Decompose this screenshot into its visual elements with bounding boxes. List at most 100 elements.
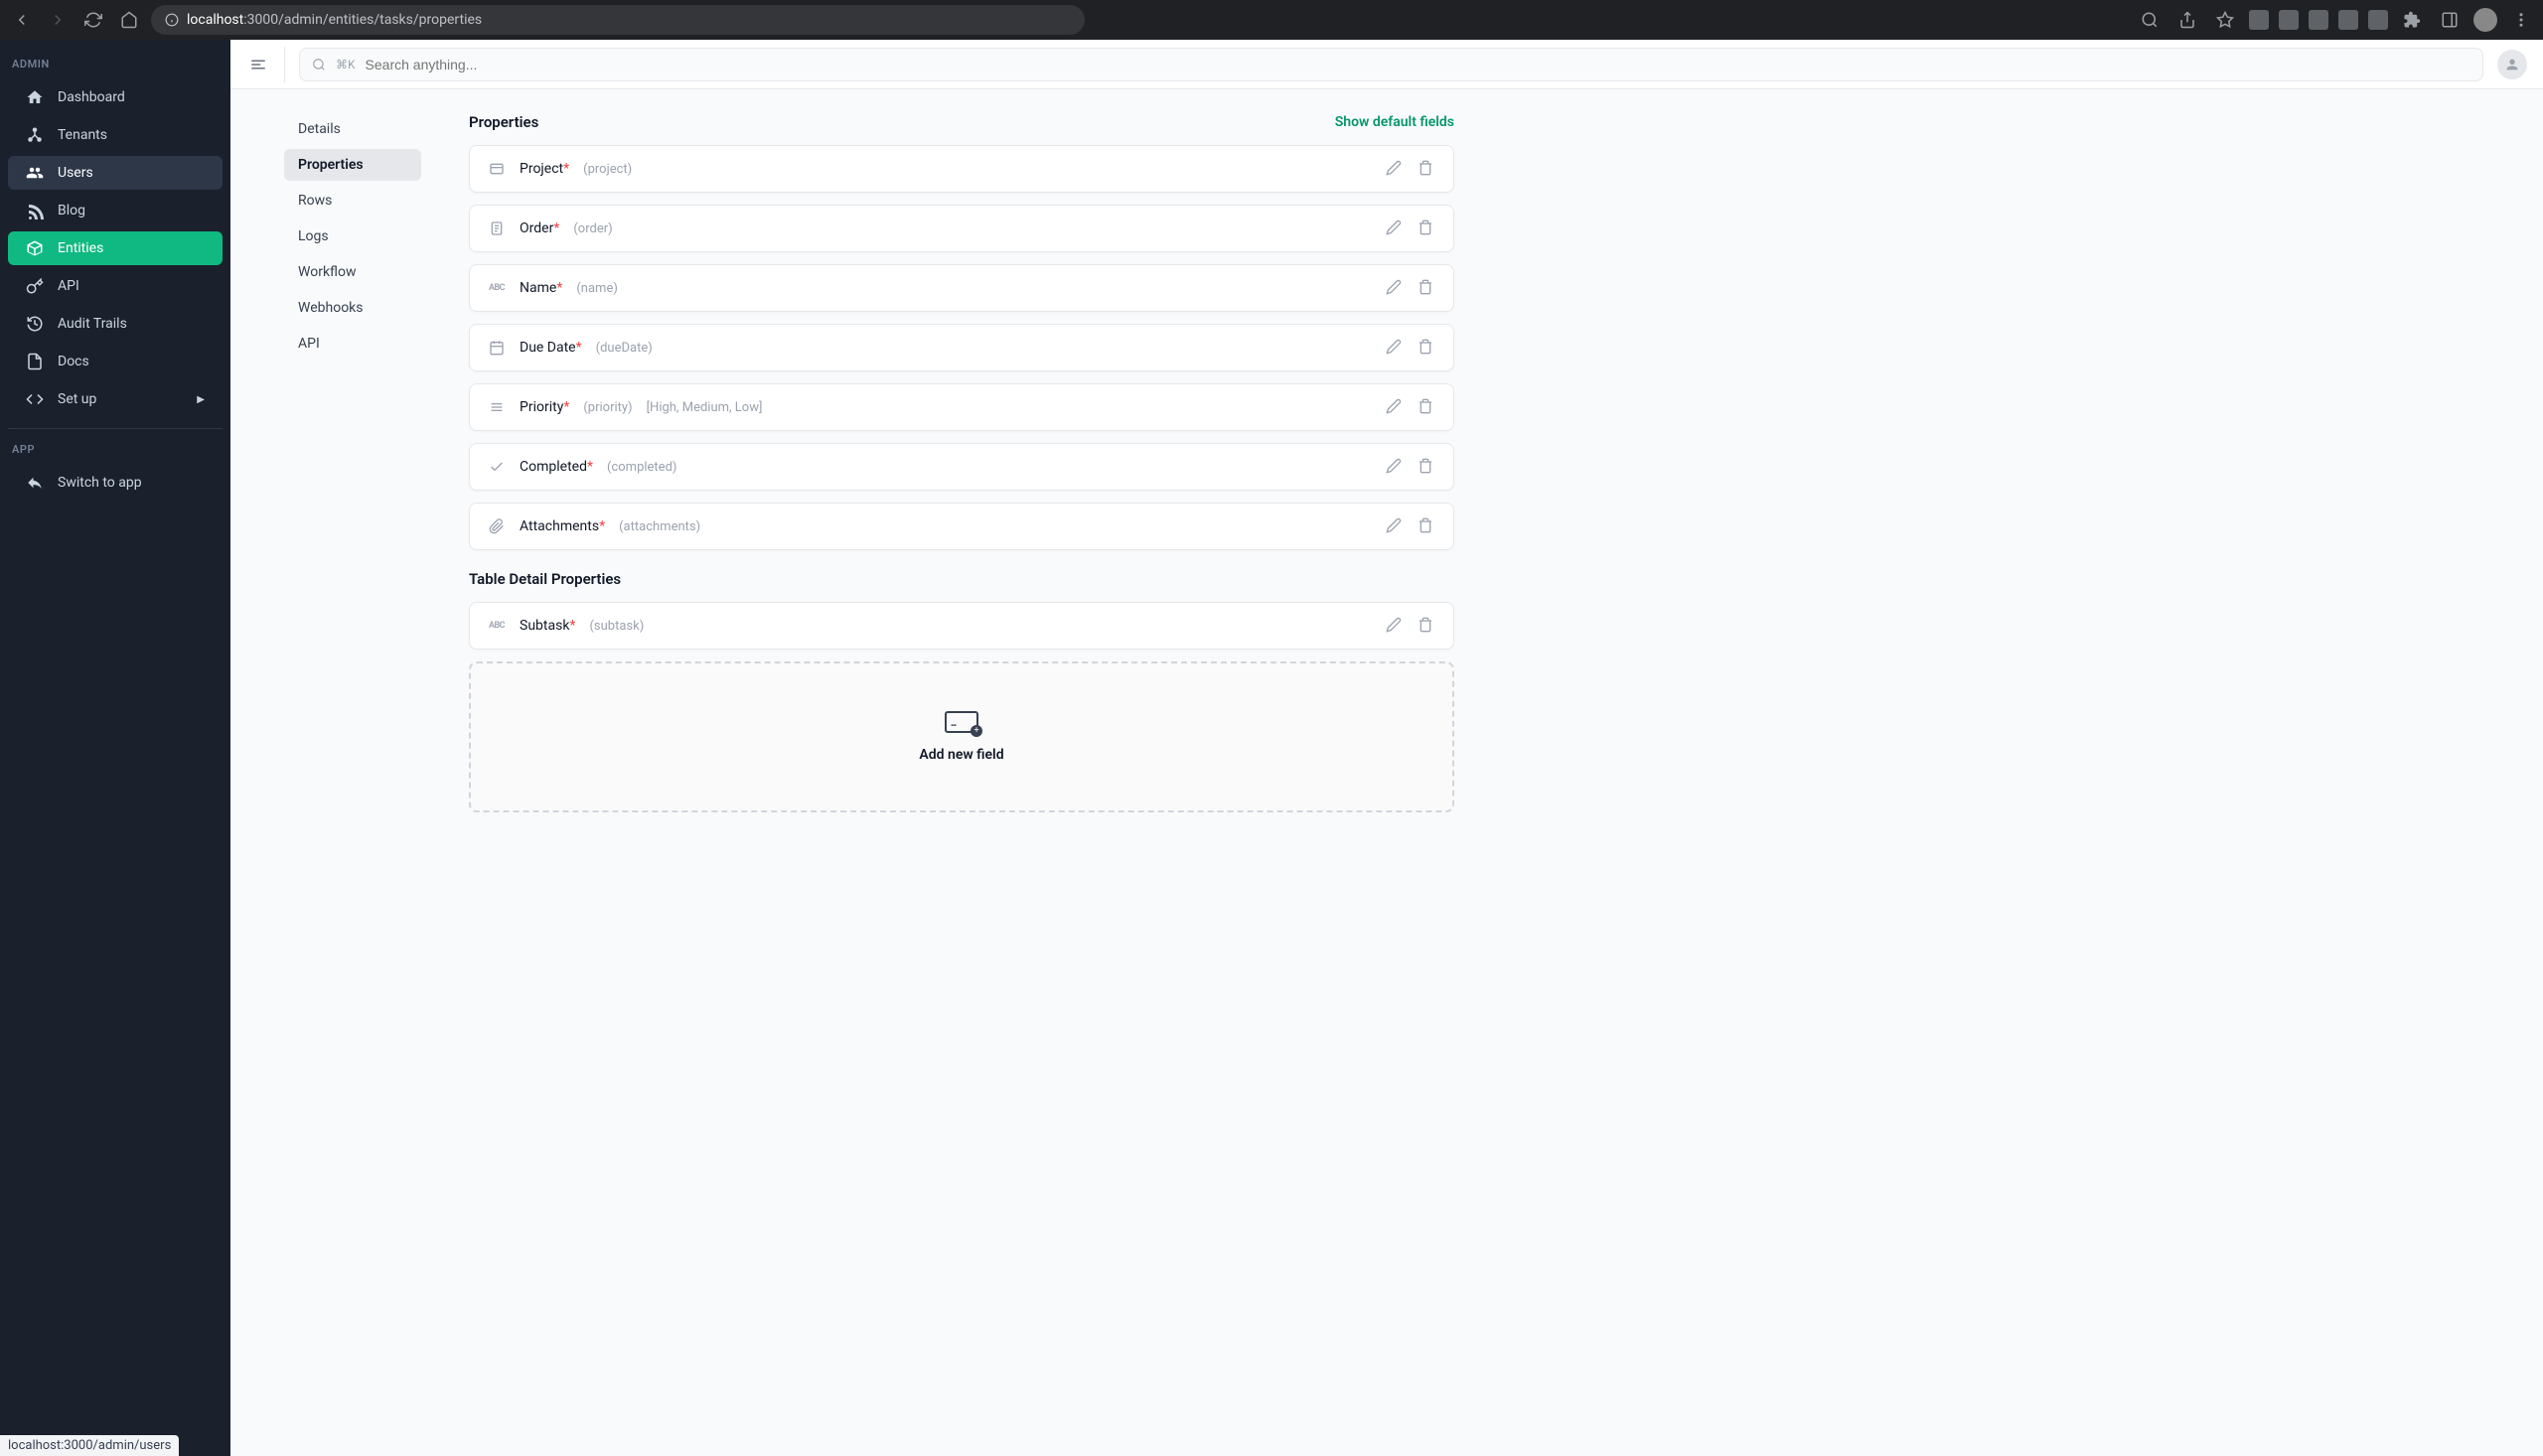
- sidebar-item-docs[interactable]: Docs: [8, 345, 223, 378]
- property-row[interactable]: ABC Name* (name): [469, 264, 1454, 312]
- url-domain: localhost: [187, 12, 243, 28]
- address-bar[interactable]: localhost:3000/admin/entities/tasks/prop…: [151, 5, 1085, 35]
- chrome-actions: [2136, 6, 2535, 34]
- cube-icon: [26, 239, 44, 257]
- delete-icon[interactable]: [1418, 398, 1435, 416]
- sidebar-item-entities[interactable]: Entities: [8, 231, 223, 265]
- rss-icon: [26, 202, 44, 219]
- info-icon: [165, 13, 179, 27]
- menu-toggle[interactable]: [246, 53, 270, 76]
- sidebar-label: API: [58, 278, 79, 294]
- file-icon: [26, 353, 44, 370]
- chrome-search-icon[interactable]: [2136, 6, 2164, 34]
- star-icon[interactable]: [2211, 6, 2239, 34]
- sidebar-item-blog[interactable]: Blog: [8, 194, 223, 227]
- property-slug: (completed): [607, 460, 676, 475]
- property-slug: (priority): [583, 400, 632, 415]
- property-row[interactable]: Order* (order): [469, 205, 1454, 252]
- property-type-icon: [488, 160, 506, 178]
- edit-icon[interactable]: [1386, 517, 1404, 535]
- delete-icon[interactable]: [1418, 160, 1435, 178]
- property-label: Due Date*: [520, 340, 582, 356]
- share-icon[interactable]: [2173, 6, 2201, 34]
- sidebar-label: Set up: [58, 391, 96, 407]
- edit-icon[interactable]: [1386, 160, 1404, 178]
- delete-icon[interactable]: [1418, 339, 1435, 357]
- property-row[interactable]: Attachments* (attachments): [469, 503, 1454, 550]
- edit-icon[interactable]: [1386, 458, 1404, 476]
- sidebar-item-dashboard[interactable]: Dashboard: [8, 80, 223, 114]
- extension-icon[interactable]: [2368, 10, 2388, 30]
- back-button[interactable]: [8, 6, 36, 34]
- history-icon: [26, 315, 44, 333]
- show-default-link[interactable]: Show default fields: [1335, 114, 1454, 130]
- profile-avatar[interactable]: [2473, 8, 2497, 32]
- subnav-item-details[interactable]: Details: [284, 113, 421, 145]
- reload-button[interactable]: [79, 6, 107, 34]
- edit-icon[interactable]: [1386, 339, 1404, 357]
- delete-icon[interactable]: [1418, 617, 1435, 635]
- sidebar-item-audit[interactable]: Audit Trails: [8, 307, 223, 341]
- sidebar-item-switch[interactable]: Switch to app: [8, 466, 223, 500]
- sidebar: ADMIN Dashboard Tenants Users Blog Entit…: [0, 40, 230, 1456]
- property-row[interactable]: Completed* (completed): [469, 443, 1454, 491]
- extension-icon[interactable]: [2309, 10, 2328, 30]
- subnav: Details Properties Rows Logs Workflow We…: [230, 89, 469, 1456]
- home-button[interactable]: [115, 6, 143, 34]
- sidebar-section-admin: ADMIN: [0, 54, 230, 78]
- property-row[interactable]: ABC Subtask* (subtask): [469, 602, 1454, 650]
- property-slug: (order): [573, 221, 612, 236]
- browser-chrome: localhost:3000/admin/entities/tasks/prop…: [0, 0, 2543, 40]
- add-field-button[interactable]: Add new field: [469, 661, 1454, 812]
- delete-icon[interactable]: [1418, 517, 1435, 535]
- sidebar-label: Tenants: [58, 127, 107, 143]
- chevron-right-icon: ▶: [197, 394, 205, 405]
- property-type-icon: [488, 458, 506, 476]
- panel-icon[interactable]: [2436, 6, 2464, 34]
- delete-icon[interactable]: [1418, 279, 1435, 297]
- edit-icon[interactable]: [1386, 279, 1404, 297]
- code-icon: [26, 390, 44, 408]
- search-bar[interactable]: ⌘K: [299, 48, 2483, 81]
- sidebar-item-users[interactable]: Users: [8, 156, 223, 190]
- delete-icon[interactable]: [1418, 458, 1435, 476]
- subnav-item-workflow[interactable]: Workflow: [284, 256, 421, 288]
- edit-icon[interactable]: [1386, 398, 1404, 416]
- property-slug: (dueDate): [596, 341, 653, 356]
- key-icon: [26, 277, 44, 295]
- edit-icon[interactable]: [1386, 219, 1404, 237]
- extensions-icon[interactable]: [2398, 6, 2426, 34]
- subnav-item-webhooks[interactable]: Webhooks: [284, 292, 421, 324]
- delete-icon[interactable]: [1418, 219, 1435, 237]
- extension-icon[interactable]: [2249, 10, 2269, 30]
- search-input[interactable]: [366, 57, 2470, 73]
- forward-button[interactable]: [44, 6, 72, 34]
- property-row[interactable]: Priority* (priority) [High, Medium, Low]: [469, 383, 1454, 431]
- property-label: Project*: [520, 161, 569, 177]
- status-bar: localhost:3000/admin/users: [0, 1435, 179, 1456]
- sidebar-label: Users: [58, 165, 93, 181]
- sidebar-item-setup[interactable]: Set up ▶: [8, 382, 223, 416]
- topbar: ⌘K: [230, 40, 2543, 89]
- extension-icon[interactable]: [2279, 10, 2299, 30]
- url-path: :3000/admin/entities/tasks/properties: [243, 12, 482, 28]
- sidebar-item-api[interactable]: API: [8, 269, 223, 303]
- search-icon: [312, 58, 326, 72]
- user-avatar[interactable]: [2497, 50, 2527, 79]
- edit-icon[interactable]: [1386, 617, 1404, 635]
- subnav-item-logs[interactable]: Logs: [284, 220, 421, 252]
- subnav-item-properties[interactable]: Properties: [284, 149, 421, 181]
- sidebar-item-tenants[interactable]: Tenants: [8, 118, 223, 152]
- sidebar-section-app: APP: [0, 439, 230, 464]
- property-row[interactable]: Project* (project): [469, 145, 1454, 193]
- subnav-item-api[interactable]: API: [284, 328, 421, 360]
- extension-icon[interactable]: [2338, 10, 2358, 30]
- property-type-icon: [488, 398, 506, 416]
- menu-icon[interactable]: [2507, 6, 2535, 34]
- detail-section-title: Table Detail Properties: [469, 570, 1454, 588]
- property-slug: (project): [583, 162, 632, 177]
- sidebar-label: Dashboard: [58, 89, 125, 105]
- property-label: Completed*: [520, 459, 593, 475]
- subnav-item-rows[interactable]: Rows: [284, 185, 421, 217]
- property-row[interactable]: Due Date* (dueDate): [469, 324, 1454, 371]
